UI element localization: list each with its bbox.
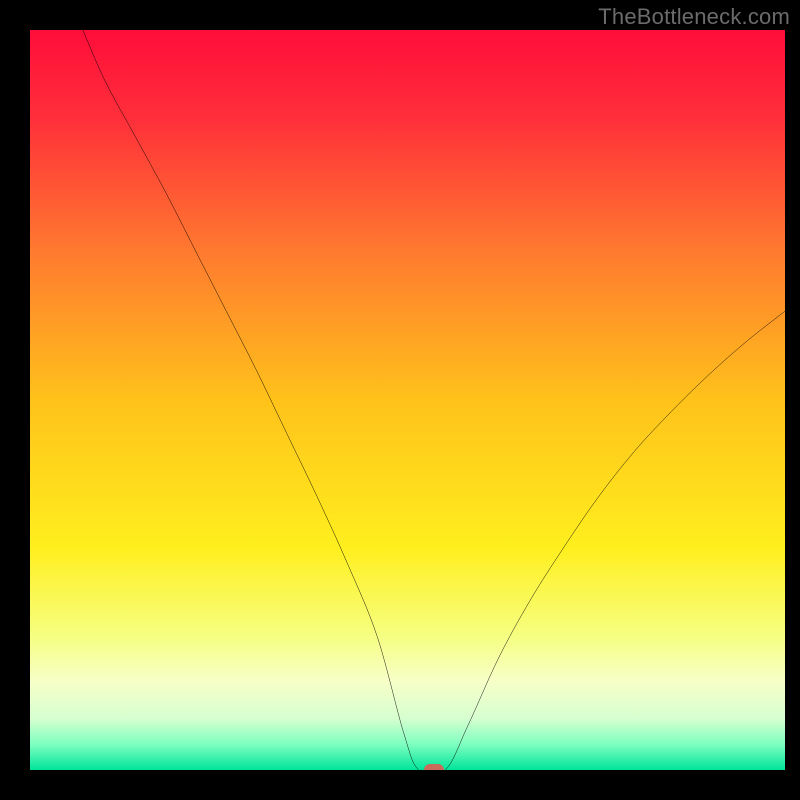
optimum-marker bbox=[424, 764, 444, 770]
bottleneck-curve bbox=[30, 30, 785, 770]
watermark-label: TheBottleneck.com bbox=[598, 4, 790, 30]
plot-area bbox=[30, 30, 785, 770]
